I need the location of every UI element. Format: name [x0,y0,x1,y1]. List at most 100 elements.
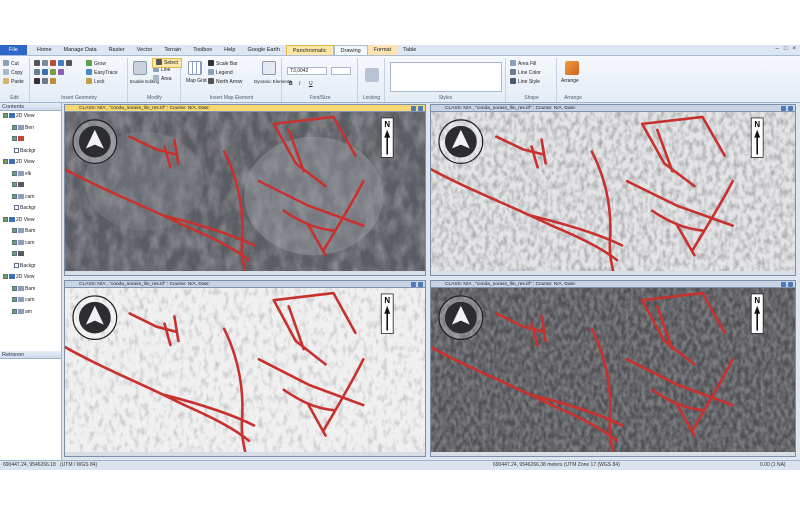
line-icon[interactable] [50,60,56,66]
copy-button[interactable]: Copy [3,69,23,77]
tree-node[interactable] [12,136,25,143]
tree-node[interactable]: cam [12,193,34,201]
rotate-icon[interactable] [42,78,48,84]
tab-toolbox[interactable]: Toolbox [187,45,218,55]
tab-raster[interactable]: Raster [103,45,131,55]
tab-drawing[interactable]: Drawing [333,45,368,55]
layer-checkbox[interactable] [12,228,17,233]
tab-home[interactable]: Home [31,45,58,55]
tree-node[interactable]: 2D View [3,274,35,281]
minimize-icon[interactable]: – [776,46,779,52]
enable-editing-icon[interactable] [133,61,147,75]
cut-button[interactable]: Cut [3,60,19,68]
legend-button[interactable]: Legend [208,69,233,77]
arrange-icon[interactable] [565,61,579,75]
layer-checkbox[interactable] [3,216,8,222]
tree-node[interactable]: Backgr [14,147,36,155]
underline-button[interactable]: U [309,81,313,88]
text-icon[interactable] [66,60,72,66]
polygon-icon[interactable] [58,60,64,66]
tree-node[interactable]: Backgr [14,205,36,212]
viewer-2[interactable]: CLASS: N/A , "conda_norass_llin_res.tif"… [430,104,796,276]
tab-panchromatic[interactable]: Panchromatic [285,45,334,55]
viewer-3[interactable]: CLASS: N/A , "conda_norass_llin_res.tif"… [64,280,426,457]
close-viewer-icon[interactable] [788,106,793,111]
area-dropdown[interactable]: Area [153,75,172,83]
rectangle-icon[interactable] [42,69,48,75]
arc-icon[interactable] [50,69,56,75]
close-icon[interactable]: × [792,46,796,52]
dynamic-elements-icon[interactable] [262,61,276,75]
layer-checkbox[interactable] [12,124,17,130]
layer-checkbox[interactable] [3,113,8,118]
tree-node[interactable] [12,182,25,189]
viewer-scrollbar[interactable] [431,271,795,275]
map-grid-button[interactable]: Map Grid [186,78,207,85]
line-color-dropdown[interactable]: Line Color [510,69,541,77]
tree-node[interactable]: elk [12,170,31,178]
layer-checkbox[interactable] [12,285,17,291]
layer-checkbox[interactable] [12,297,17,302]
viewer-header[interactable]: CLASS: N/A , "conda_norass_llin_res.tif"… [65,105,425,112]
map-grid-icon[interactable] [188,61,202,75]
tree-node[interactable]: 2D View [3,216,35,224]
tree-node[interactable]: 2D View [3,113,35,120]
easytrace-button[interactable]: EasyTrace [86,69,118,77]
viewer-scrollbar[interactable] [431,452,795,456]
layer-checkbox[interactable] [12,170,17,176]
select-button[interactable]: Select [152,58,182,68]
tab-file[interactable]: File [0,45,27,55]
close-viewer-icon[interactable] [418,282,423,287]
paste-button[interactable]: Paste [3,78,24,86]
cursor-icon[interactable] [34,60,40,66]
tree-node[interactable]: Bam [12,285,35,293]
layer-checkbox[interactable] [14,262,19,268]
close-viewer-icon[interactable] [788,282,793,287]
curve-icon[interactable] [58,69,64,75]
retriever-panel[interactable] [0,359,61,468]
viewer-scrollbar[interactable] [65,271,425,275]
line-style-dropdown[interactable]: Line Style [510,78,540,86]
area-fill-dropdown[interactable]: Area Fill [510,60,536,68]
font-size-select[interactable] [331,67,351,75]
move-icon[interactable] [34,78,40,84]
layer-checkbox[interactable] [12,308,17,314]
tab-format[interactable]: Format [367,45,398,55]
pin-icon[interactable] [781,106,786,111]
layer-checkbox[interactable] [12,136,17,141]
map-canvas[interactable]: N [431,288,795,456]
font-select[interactable]: T3,0042 [287,67,327,75]
tree-node[interactable]: 2D View [3,159,35,166]
tree-node[interactable]: cam [12,297,34,304]
scale-bar-button[interactable]: Scale Bar [208,60,238,68]
tree-node[interactable] [12,251,25,258]
viewer-header[interactable]: CLASS: N/A , "conda_norass_llin_res.tif"… [431,281,795,288]
tree-node[interactable]: Ben [12,124,34,132]
tab-manage-data[interactable]: Manage Data [58,45,103,55]
tree-node[interactable]: Bam [12,228,35,235]
bold-button[interactable]: B [289,81,293,88]
close-viewer-icon[interactable] [418,106,423,111]
viewer-1[interactable]: CLASS: N/A , "conda_norass_llin_res.tif"… [64,104,426,276]
tab-google-earth[interactable]: Google Earth [241,45,285,55]
reshape-icon[interactable] [50,78,56,84]
layer-checkbox[interactable] [14,147,19,153]
tree-node[interactable]: am [12,308,32,316]
pin-icon[interactable] [411,282,416,287]
styles-gallery[interactable] [390,62,502,92]
contents-tree[interactable]: 2D View Ben Backgr 2D View elk cam Backgr 2D Vi… [0,111,61,351]
tab-help[interactable]: Help [218,45,241,55]
layer-checkbox[interactable] [12,193,17,199]
map-canvas[interactable]: N [65,112,425,275]
tree-node[interactable]: Backgr [14,262,36,270]
tab-vector[interactable]: Vector [131,45,159,55]
pin-icon[interactable] [781,282,786,287]
tab-terrain[interactable]: Terrain [158,45,187,55]
map-canvas[interactable]: N [65,288,425,456]
grow-button[interactable]: Grow [86,60,106,68]
viewer-4[interactable]: CLASS: N/A , "conda_norass_llin_res.tif"… [430,280,796,457]
point-icon[interactable] [42,60,48,66]
pin-icon[interactable] [411,106,416,111]
ellipse-icon[interactable] [34,69,40,75]
layer-checkbox[interactable] [3,159,8,164]
